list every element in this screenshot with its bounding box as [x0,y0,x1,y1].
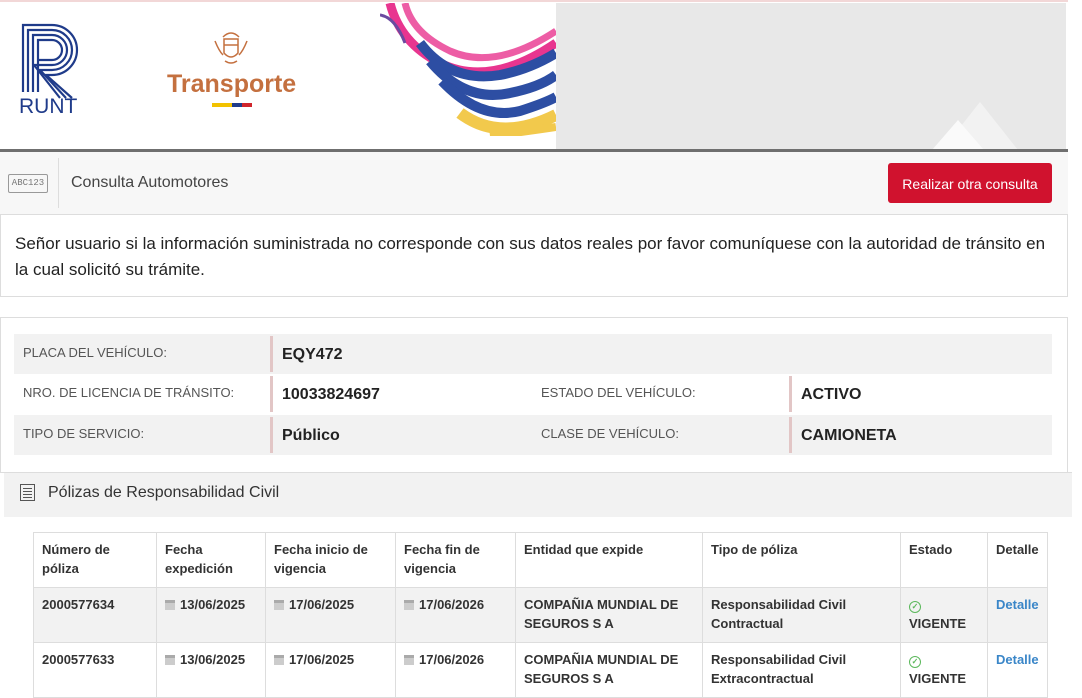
fecha-fin-cell: 17/06/2026 [395,642,516,698]
vehicle-row-servicio: TIPO DE SERVICIO: Público CLASE DE VEHÍC… [14,415,1052,455]
column-header: Número de póliza [33,532,157,588]
polizas-title: Pólizas de Responsabilidad Civil [48,484,280,501]
clase-label: CLASE DE VEHÍCULO: [541,426,679,441]
licencia-value: 10033824697 [282,386,380,403]
estado-cell: ✓ VIGENTE [900,642,988,698]
tipo-poliza: Responsabilidad Civil Extracontractual [702,642,901,698]
calendar-icon [404,600,414,610]
value-divider [270,336,273,372]
column-header: Fecha expedición [156,532,266,588]
tipo-poliza: Responsabilidad Civil Contractual [702,587,901,643]
estado-label: ESTADO DEL VEHÍCULO: [541,385,696,400]
table-row: 2000577634 13/06/2025 17/06/2025 17/06/2… [33,587,1048,643]
placa-label: PLACA DEL VEHÍCULO: [23,345,168,360]
fecha-inicio-cell: 17/06/2025 [265,587,396,643]
top-line [0,0,1068,2]
clase-value: CAMIONETA [801,427,897,444]
vehicle-info-panel: PLACA DEL VEHÍCULO: EQY472 NRO. DE LICEN… [0,317,1068,473]
value-divider [789,376,792,412]
fecha-expedicion-cell: 13/06/2025 [156,642,266,698]
servicio-value: Público [282,427,340,444]
calendar-icon [274,600,284,610]
transporte-logo-text: Transporte [167,70,297,98]
calendar-icon [274,655,284,665]
estado-value: ACTIVO [801,386,862,403]
consulta-bar: ABC123 Consulta Automotores Realizar otr… [0,152,1068,215]
header-decor-shape [932,120,984,150]
estado-cell: ✓ VIGENTE [900,587,988,643]
licencia-label: NRO. DE LICENCIA DE TRÁNSITO: [23,385,235,400]
vehicle-row-licencia: NRO. DE LICENCIA DE TRÁNSITO: 1003382469… [14,374,1052,414]
fecha-fin: 17/06/2026 [419,597,485,612]
entidad: COMPAÑIA MUNDIAL DE SEGUROS S A [515,587,703,643]
list-icon [20,484,35,501]
table-header-row: Número de póliza Fecha expedición Fecha … [33,532,1048,588]
fecha-inicio: 17/06/2025 [289,597,355,612]
polizas-section-header[interactable]: Pólizas de Responsabilidad Civil [4,472,1072,517]
new-query-button[interactable]: Realizar otra consulta [888,163,1052,203]
bar-separator [58,158,59,208]
detalle-link[interactable]: Detalle [996,597,1039,612]
entidad: COMPAÑIA MUNDIAL DE SEGUROS S A [515,642,703,698]
check-circle-icon: ✓ [909,656,921,668]
value-divider [270,376,273,412]
runt-logo-text: RUNT [19,95,78,118]
table-row: 2000577633 13/06/2025 17/06/2025 17/06/2… [33,642,1048,698]
page-title: Consulta Automotores [71,174,229,191]
notice-text: Señor usuario si la información suminist… [15,234,1046,279]
fecha-expedicion-cell: 13/06/2025 [156,587,266,643]
fecha-expedicion: 13/06/2025 [180,652,246,667]
poliza-numero: 2000577634 [33,587,157,643]
estado-value: VIGENTE [909,616,967,631]
calendar-icon [165,600,175,610]
column-header: Tipo de póliza [702,532,901,588]
estado-value: VIGENTE [909,671,967,686]
polizas-table: Número de póliza Fecha expedición Fecha … [33,532,1048,698]
page-header: RUNT Transporte [0,0,1082,152]
column-header: Detalle [987,532,1048,588]
detalle-cell: Detalle [987,642,1048,698]
servicio-label: TIPO DE SERVICIO: [23,426,145,441]
coat-of-arms-icon [214,32,248,64]
poliza-numero: 2000577633 [33,642,157,698]
notice-box: Señor usuario si la información suminist… [0,215,1068,297]
fecha-expedicion: 13/06/2025 [180,597,246,612]
decorative-waves [380,3,556,136]
value-divider [270,417,273,453]
fecha-fin: 17/06/2026 [419,652,485,667]
header-gray-panel [556,3,1066,150]
fecha-fin-cell: 17/06/2026 [395,587,516,643]
plate-icon: ABC123 [8,174,48,193]
column-header: Estado [900,532,988,588]
calendar-icon [404,655,414,665]
vehicle-row-placa: PLACA DEL VEHÍCULO: EQY472 [14,334,1052,374]
value-divider [789,417,792,453]
detalle-cell: Detalle [987,587,1048,643]
column-header: Fecha inicio de vigencia [265,532,396,588]
fecha-inicio: 17/06/2025 [289,652,355,667]
placa-value: EQY472 [282,346,343,363]
column-header: Fecha fin de vigencia [395,532,516,588]
check-circle-icon: ✓ [909,601,921,613]
flag-stripe [212,103,252,107]
detalle-link[interactable]: Detalle [996,652,1039,667]
column-header: Entidad que expide [515,532,703,588]
fecha-inicio-cell: 17/06/2025 [265,642,396,698]
calendar-icon [165,655,175,665]
